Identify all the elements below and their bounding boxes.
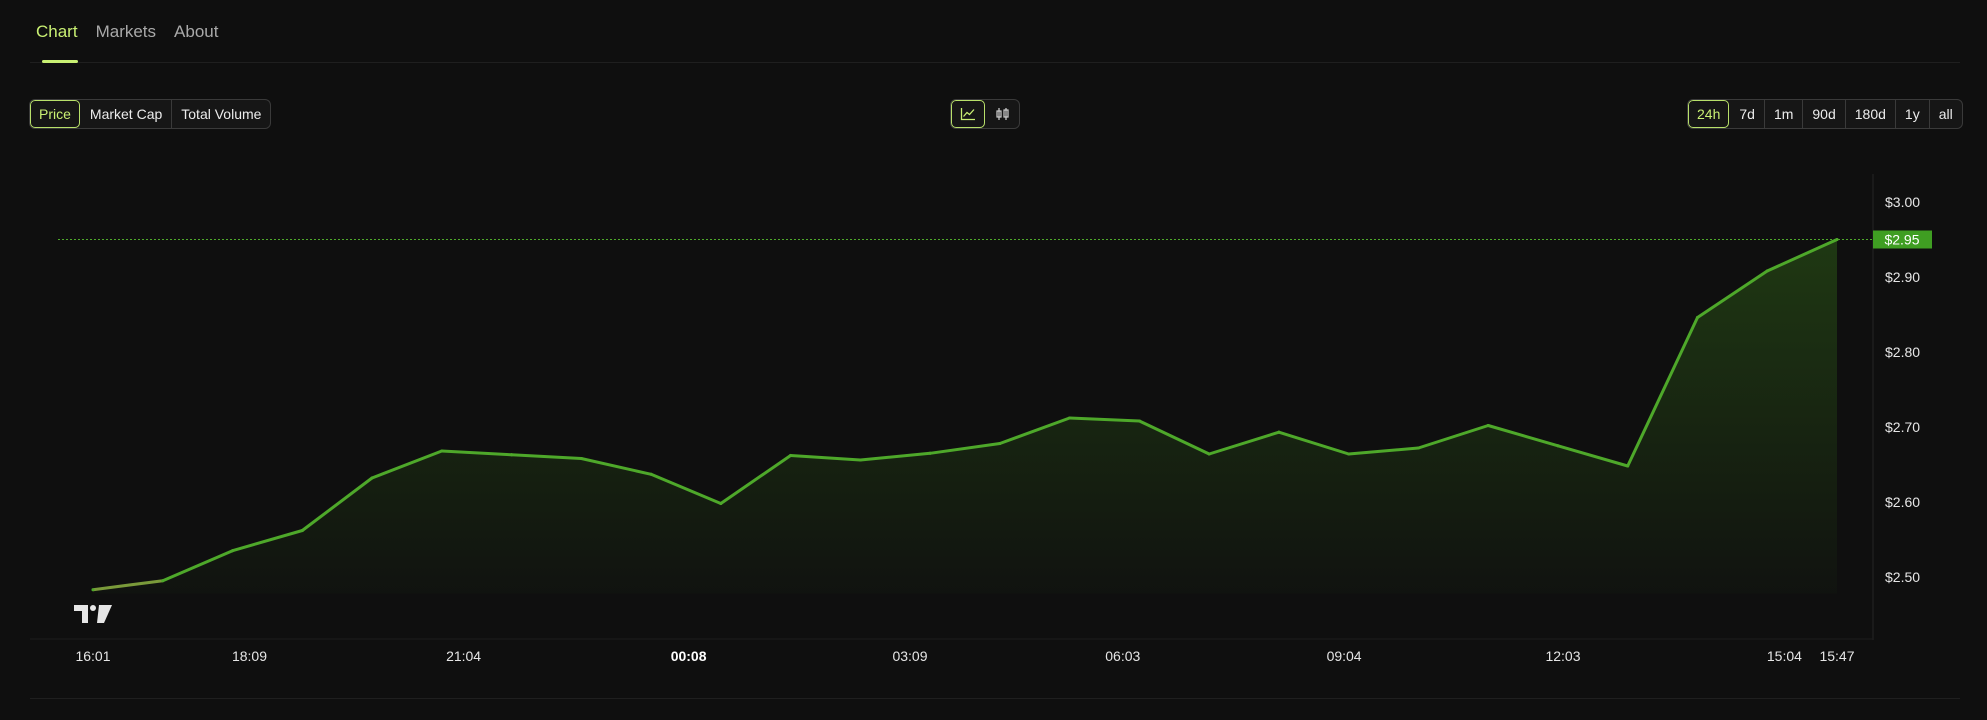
- tab-markets-label: Markets: [95, 21, 157, 41]
- range-180d-button[interactable]: 180d: [1844, 100, 1895, 128]
- candlestick-icon: [995, 108, 1009, 120]
- metric-price-button[interactable]: Price: [30, 100, 80, 128]
- price-point: [1765, 269, 1769, 273]
- range-24h-button[interactable]: 24h: [1688, 100, 1729, 128]
- x-tick-label: 18:09: [232, 648, 267, 664]
- metric-total-volume-button[interactable]: Total Volume: [171, 100, 270, 128]
- price-point: [858, 458, 862, 462]
- price-point: [161, 579, 165, 583]
- price-point: [231, 549, 234, 553]
- metric-market-cap-button[interactable]: Market Cap: [80, 100, 171, 128]
- price-point: [789, 454, 793, 457]
- price-point: [91, 588, 95, 592]
- line-chart-icon: [960, 108, 975, 121]
- price-point: [1626, 464, 1630, 468]
- price-point: [928, 451, 932, 455]
- price-point: [300, 529, 304, 532]
- y-tick-label: $2.90: [1885, 269, 1920, 285]
- price-point: [1277, 430, 1281, 434]
- tab-about[interactable]: About: [168, 0, 224, 63]
- price-point: [1068, 416, 1072, 420]
- price-point: [1486, 424, 1490, 427]
- y-tick-label: $3.00: [1885, 194, 1920, 210]
- x-tick-label: 15:47: [1819, 648, 1854, 664]
- price-area: [93, 239, 1837, 594]
- price-point: [1556, 444, 1560, 448]
- tab-chart[interactable]: Chart: [30, 0, 84, 63]
- x-tick-label: 21:04: [446, 648, 481, 664]
- x-tick-label: 15:04: [1767, 648, 1802, 664]
- candlestick-button[interactable]: [985, 100, 1019, 128]
- y-tick-label: $2.50: [1885, 569, 1920, 585]
- x-tick-label: 06:03: [1105, 648, 1140, 664]
- price-point: [579, 457, 583, 460]
- y-tick-label: $2.60: [1885, 494, 1920, 510]
- range-selector: 24h 7d 1m 90d 180d 1y all: [1687, 99, 1963, 129]
- range-all-button[interactable]: all: [1928, 100, 1962, 128]
- x-tick-label: 00:08: [671, 648, 707, 664]
- line-chart-button[interactable]: [951, 100, 985, 128]
- price-point: [1696, 316, 1699, 319]
- x-tick-label: 12:03: [1545, 648, 1580, 664]
- current-price-label: $2.95: [1884, 232, 1919, 248]
- x-tick-label: 16:01: [75, 648, 110, 664]
- y-tick-label: $2.80: [1885, 344, 1920, 360]
- x-tick-label: 09:04: [1327, 648, 1362, 664]
- price-point: [1416, 446, 1420, 450]
- chart-type-toggle: [950, 99, 1020, 129]
- top-tabs: Chart Markets About: [30, 0, 1960, 63]
- range-7d-button[interactable]: 7d: [1729, 100, 1764, 128]
- bottom-divider: [30, 698, 1960, 699]
- tradingview-logo-icon[interactable]: [74, 605, 112, 623]
- price-point: [440, 449, 444, 453]
- price-point: [1207, 452, 1211, 456]
- tab-markets[interactable]: Markets: [90, 0, 162, 63]
- tab-about-label: About: [174, 21, 219, 41]
- range-90d-button[interactable]: 90d: [1802, 100, 1844, 128]
- price-chart[interactable]: $2.95 $2.50 $2.60 $2.70 $2.80 $2.90 $3.00 16:…: [0, 170, 1987, 705]
- price-point: [649, 472, 653, 476]
- y-tick-label: $2.70: [1885, 419, 1920, 435]
- metric-selector: Price Market Cap Total Volume: [29, 99, 272, 129]
- range-1y-button[interactable]: 1y: [1894, 100, 1929, 128]
- x-tick-label: 03:09: [892, 648, 927, 664]
- price-point: [510, 453, 514, 457]
- range-1m-button[interactable]: 1m: [1763, 100, 1802, 128]
- price-point: [998, 442, 1002, 445]
- price-point: [1347, 452, 1351, 456]
- price-point: [1137, 419, 1141, 423]
- price-point: [719, 502, 723, 505]
- tab-chart-label: Chart: [36, 21, 78, 41]
- price-chart-svg: $2.95 $2.50 $2.60 $2.70 $2.80 $2.90 $3.00 16:…: [30, 174, 1932, 664]
- price-point: [370, 476, 374, 480]
